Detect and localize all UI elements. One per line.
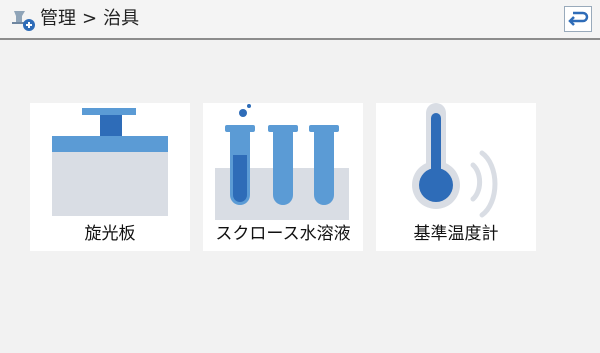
tile-polarizer-plate[interactable]: 旋光板 xyxy=(30,103,190,251)
flask-settings-icon xyxy=(12,11,35,31)
breadcrumb-current: 治具 xyxy=(103,8,140,29)
tile-label: 基準温度計 xyxy=(413,224,499,244)
breadcrumb-parent[interactable]: 管理 xyxy=(40,8,76,29)
thermometer-icon xyxy=(412,103,498,218)
polarizer-plate-icon xyxy=(52,108,168,216)
breadcrumb: 管理 > 治具 xyxy=(40,7,139,31)
back-button[interactable] xyxy=(564,6,592,32)
header-bar: 管理 > 治具 xyxy=(0,0,600,40)
tile-reference-thermometer[interactable]: 基準温度計 xyxy=(376,103,536,251)
tile-label: スクロース水溶液 xyxy=(215,224,351,244)
return-arrow-icon xyxy=(568,11,589,26)
tile-sucrose-solution[interactable]: スクロース水溶液 xyxy=(203,103,363,251)
tile-label: 旋光板 xyxy=(84,224,136,244)
breadcrumb-separator: > xyxy=(82,8,98,29)
test-tubes-icon xyxy=(215,104,349,220)
